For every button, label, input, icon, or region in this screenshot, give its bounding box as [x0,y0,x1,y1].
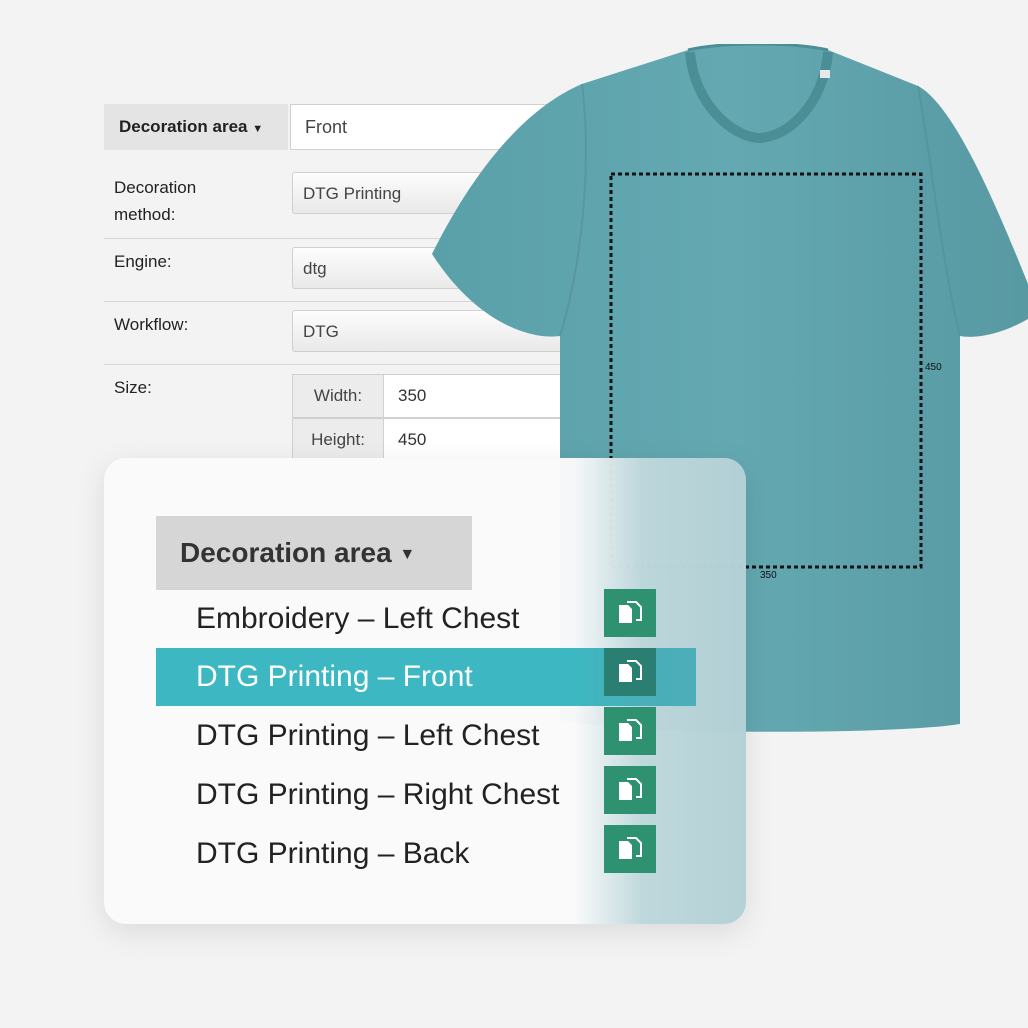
decoration-area-label: Decoration area [119,117,248,136]
copy-icon [619,837,642,859]
copy-button[interactable] [604,648,656,696]
copy-button[interactable] [604,766,656,814]
copy-icon [619,601,642,623]
copy-icon [619,719,642,741]
decoration-area-dropdown-panel: Decoration area ▼ Embroidery – Left Ches… [104,458,746,924]
decoration-area-dropdown-button[interactable]: Decoration area ▼ [104,104,288,150]
dropdown-title: Decoration area [180,537,392,568]
size-label: Size: [114,378,152,397]
engine-label: Engine: [114,252,172,271]
dropdown-header-button[interactable]: Decoration area ▼ [156,516,472,590]
width-label: Width: [292,374,384,418]
print-area-width-label: 350 [760,570,777,581]
caret-down-icon: ▼ [399,546,416,563]
decoration-method-label: Decoration method: [114,178,197,224]
height-label: Height: [292,418,384,462]
caret-down-icon: ▼ [252,123,264,135]
tshirt-label-tag [820,70,830,78]
workflow-label: Workflow: [114,315,189,334]
print-area-height-label: 450 [925,362,942,373]
copy-button[interactable] [604,707,656,755]
copy-icon [619,778,642,800]
copy-button[interactable] [604,825,656,873]
copy-button[interactable] [604,589,656,637]
copy-icon [619,660,642,682]
